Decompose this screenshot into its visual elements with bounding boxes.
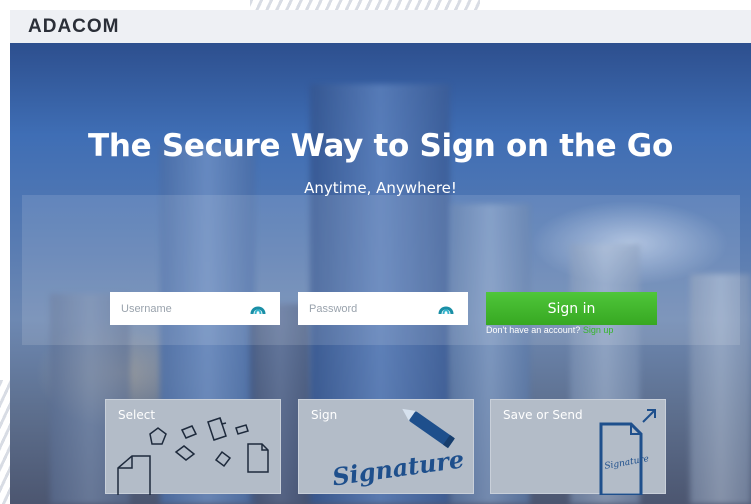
feature-label: Sign bbox=[311, 408, 338, 422]
feature-label: Select bbox=[118, 408, 156, 422]
logo[interactable]: ADACOM bbox=[28, 16, 120, 38]
signature-art: Signature bbox=[330, 444, 465, 491]
page-subtitle: Anytime, Anywhere! bbox=[304, 179, 457, 197]
frame-decoration bbox=[250, 0, 480, 10]
feature-card-select: Select bbox=[105, 399, 281, 495]
signup-prompt: Don't have an account? Sign up bbox=[486, 325, 613, 335]
username-field[interactable] bbox=[110, 292, 280, 325]
feature-label: Save or Send bbox=[503, 408, 583, 422]
feature-card-save-send: Signature Save or Send bbox=[490, 399, 666, 495]
page-title: The Secure Way to Sign on the Go bbox=[88, 128, 673, 164]
sign-in-button[interactable]: Sign in bbox=[486, 292, 657, 325]
fingerprint-icon[interactable] bbox=[250, 301, 266, 315]
username-input[interactable] bbox=[121, 302, 241, 315]
app-window: ADACOM The Secure Way to Sign on the Go … bbox=[10, 10, 751, 504]
frame-decoration-left bbox=[0, 380, 10, 504]
top-header: ADACOM bbox=[10, 10, 751, 43]
feature-card-sign: Signature Sign bbox=[298, 399, 474, 494]
password-field[interactable] bbox=[298, 292, 468, 325]
signature-art: Signature bbox=[604, 454, 650, 472]
fingerprint-icon[interactable] bbox=[438, 301, 454, 315]
no-account-text: Don't have an account? bbox=[486, 325, 581, 335]
sign-up-link[interactable]: Sign up bbox=[583, 325, 614, 335]
password-input[interactable] bbox=[309, 302, 429, 315]
